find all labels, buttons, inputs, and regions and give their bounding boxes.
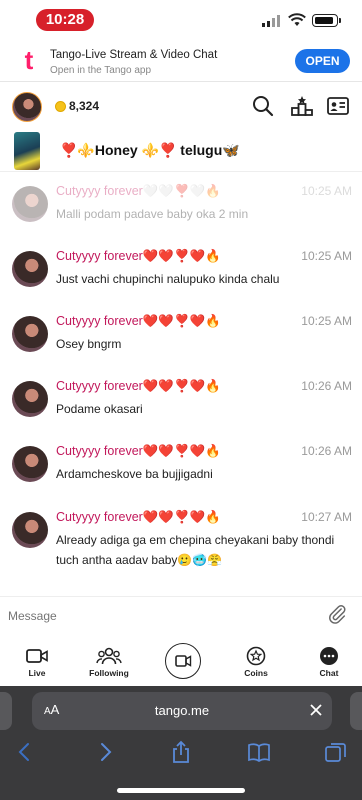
banner-title: Tango-Live Stream & Video Chat: [50, 49, 218, 61]
browser-toolbar: AA tango.me: [0, 686, 362, 800]
app-header: 8,324: [0, 84, 362, 128]
chat-message-list[interactable]: Cutyyyy forever🤍🤍❣️🤍🔥 10:25 AM Malli pod…: [0, 174, 362, 594]
profile-avatar[interactable]: [12, 92, 42, 122]
sender-name: Cutyyyy forever❤️❤️❣️❤️🔥: [56, 249, 221, 263]
battery-icon: [312, 14, 338, 27]
forward-arrow-icon[interactable]: [93, 740, 117, 764]
sender-name: Cutyyyy forever❤️❤️❣️❤️🔥: [56, 444, 221, 458]
message-composer: [0, 596, 362, 632]
sender-name: Cutyyyy forever🤍🤍❣️🤍🔥: [56, 184, 221, 198]
next-tab-peek[interactable]: [350, 692, 362, 730]
nav-following-label: Following: [89, 668, 129, 678]
app-banner: t Tango-Live Stream & Video Chat Open in…: [0, 40, 362, 82]
message-text: Malli podam padave baby oka 2 min: [56, 207, 249, 221]
tabs-icon[interactable]: [324, 740, 348, 764]
message-time: 10:26 AM: [301, 444, 352, 458]
sender-name: Cutyyyy forever❤️❤️❣️❤️🔥: [56, 510, 221, 524]
message-time: 10:26 AM: [301, 379, 352, 393]
bottom-navigation: Live Following Coins Chat: [0, 640, 362, 684]
nav-coins[interactable]: Coins: [226, 640, 286, 684]
message-text: Just vachi chupinchi nalupuko kinda chal…: [56, 272, 280, 286]
back-arrow-icon[interactable]: [13, 740, 37, 764]
chat-bubble-icon: [320, 647, 338, 665]
bookmarks-icon[interactable]: [247, 740, 271, 764]
nav-chat-label: Chat: [319, 668, 339, 678]
status-bar: 10:28: [0, 0, 362, 40]
leaderboard-icon[interactable]: [290, 94, 314, 118]
previous-tab-peek[interactable]: [0, 692, 12, 730]
message-text: Podame okasari: [56, 402, 143, 416]
message-time: 10:25 AM: [301, 314, 352, 328]
video-camera-icon: [26, 649, 48, 663]
message-text: Already adiga ga em chepina cheyakani ba…: [56, 533, 335, 567]
wifi-icon: [288, 13, 306, 26]
message-time: 10:27 AM: [301, 510, 352, 524]
sender-avatar[interactable]: [12, 446, 48, 482]
profile-card-icon[interactable]: [326, 94, 350, 118]
message-text: Osey bngrm: [56, 337, 122, 351]
close-icon[interactable]: [308, 702, 324, 718]
message-time: 10:25 AM: [301, 249, 352, 263]
sender-avatar[interactable]: [12, 512, 48, 548]
stream-thumbnail[interactable]: [14, 132, 40, 170]
address-bar[interactable]: AA tango.me: [32, 692, 332, 730]
search-icon[interactable]: [251, 94, 275, 118]
sender-name: Cutyyyy forever❤️❤️❣️❤️🔥: [56, 314, 221, 328]
share-icon[interactable]: [169, 740, 193, 764]
nav-following[interactable]: Following: [79, 640, 139, 684]
nav-coins-label: Coins: [244, 668, 268, 678]
banner-subtitle: Open in the Tango app: [50, 65, 152, 76]
nav-chat[interactable]: Chat: [299, 640, 359, 684]
sender-avatar[interactable]: [12, 316, 48, 352]
status-time: 10:28: [36, 9, 94, 31]
url-text: tango.me: [154, 703, 210, 718]
sender-avatar[interactable]: [12, 251, 48, 287]
tango-logo: t: [14, 46, 44, 76]
sender-name: Cutyyyy forever❤️❤️❣️❤️🔥: [56, 379, 221, 393]
go-live-button[interactable]: [165, 643, 201, 679]
coin-star-icon: [246, 646, 266, 666]
paperclip-icon[interactable]: [326, 603, 348, 625]
sender-avatar[interactable]: [12, 186, 48, 222]
open-in-app-button[interactable]: OPEN: [295, 49, 350, 73]
coins-balance: 8,324: [69, 99, 100, 113]
message-text: Ardamcheskove ba bujjigadni: [56, 467, 213, 481]
cellular-signal-icon: [262, 15, 280, 27]
coin-icon: [55, 101, 66, 112]
nav-live-label: Live: [28, 668, 46, 678]
record-video-icon: [174, 654, 191, 667]
stream-title: ❣️⚜️Honey ⚜️❣️ telugu🦋: [60, 142, 240, 158]
message-input[interactable]: [8, 605, 308, 627]
people-icon: [96, 647, 122, 665]
home-indicator: [117, 788, 245, 793]
nav-live[interactable]: Live: [7, 640, 67, 684]
live-stream-strip[interactable]: ❣️⚜️Honey ⚜️❣️ telugu🦋: [0, 128, 362, 172]
message-time: 10:25 AM: [301, 184, 352, 198]
sender-avatar[interactable]: [12, 381, 48, 417]
